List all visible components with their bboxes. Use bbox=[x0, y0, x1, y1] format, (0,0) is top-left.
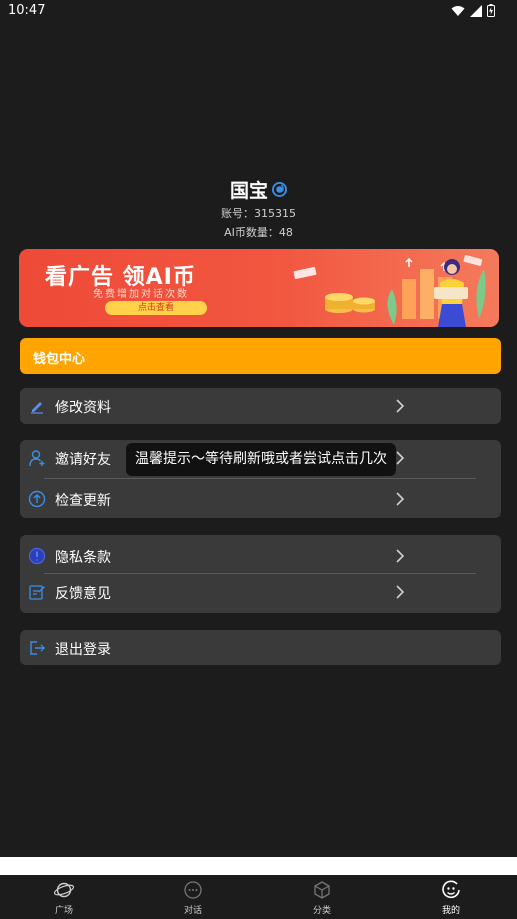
bottom-tab-bar: 广场 对话 分类 我的 bbox=[0, 875, 517, 919]
logout-card: 退出登录 bbox=[20, 630, 501, 665]
check-update-label: 检查更新 bbox=[55, 493, 111, 509]
privacy-row[interactable]: 隐私条款 bbox=[20, 538, 501, 574]
chevron-right-icon bbox=[396, 549, 405, 563]
wallet-title: 钱包中心 bbox=[33, 352, 86, 367]
feedback-label: 反馈意见 bbox=[55, 586, 111, 602]
watch-ad-banner[interactable]: 看广告 领AI币 免费增加对话次数 点击查看 bbox=[19, 249, 499, 327]
chevron-right-icon bbox=[396, 399, 405, 413]
banner-illustration bbox=[293, 254, 486, 327]
edit-profile-label: 修改资料 bbox=[55, 400, 111, 416]
profile-screen: 10:47 国宝 账号：315315 AI币数量：48 看广告 领AI币 免费增… bbox=[0, 0, 517, 919]
status-icons bbox=[451, 4, 495, 17]
tab-label: 我的 bbox=[441, 906, 460, 916]
toast-message: 温馨提示～等待刷新哦或者尝试点击几次 bbox=[126, 443, 396, 476]
chevron-right-icon bbox=[396, 492, 405, 506]
ai-coin-count: AI币数量：48 bbox=[0, 224, 517, 240]
wallet-center-button[interactable]: 钱包中心 bbox=[20, 338, 501, 374]
planet-icon bbox=[54, 882, 74, 898]
coins-label: AI币数量： bbox=[224, 226, 279, 239]
legal-card: 隐私条款 反馈意见 bbox=[20, 535, 501, 613]
tab-chat[interactable]: 对话 bbox=[153, 875, 233, 919]
profile-settings-card: 修改资料 bbox=[20, 388, 501, 424]
wifi-icon bbox=[451, 5, 465, 16]
battery-icon bbox=[487, 4, 495, 17]
chat-bubble-icon bbox=[184, 881, 202, 899]
signal-icon bbox=[470, 4, 482, 17]
row-divider bbox=[44, 478, 476, 479]
feedback-row[interactable]: 反馈意见 bbox=[20, 574, 501, 610]
verified-badge-icon bbox=[272, 182, 287, 197]
logout-icon bbox=[30, 641, 45, 655]
coins-value: 48 bbox=[278, 226, 293, 239]
profile-name-row: 国宝 bbox=[0, 176, 517, 203]
tab-category[interactable]: 分类 bbox=[282, 875, 362, 919]
cube-icon bbox=[314, 881, 330, 899]
check-update-row[interactable]: 检查更新 bbox=[20, 481, 501, 517]
privacy-label: 隐私条款 bbox=[55, 550, 111, 566]
tab-plaza[interactable]: 广场 bbox=[24, 875, 104, 919]
profile-name: 国宝 bbox=[229, 180, 268, 202]
invite-friends-label: 邀请好友 bbox=[55, 452, 111, 468]
logout-row[interactable]: 退出登录 bbox=[20, 630, 501, 666]
tab-label: 对话 bbox=[183, 906, 202, 916]
pencil-icon bbox=[31, 402, 43, 414]
tab-label: 广场 bbox=[54, 906, 73, 916]
bottom-blank-strip bbox=[0, 857, 517, 875]
smiley-face-icon bbox=[442, 880, 460, 899]
account-value: 315315 bbox=[254, 207, 296, 220]
banner-subtitle: 免费增加对话次数 bbox=[93, 289, 189, 300]
chevron-right-icon bbox=[396, 585, 405, 599]
privacy-shield-icon bbox=[28, 547, 46, 565]
feedback-edit-icon bbox=[29, 585, 45, 600]
account-number: 账号：315315 bbox=[0, 205, 517, 221]
add-user-icon bbox=[29, 450, 45, 467]
status-bar: 10:47 bbox=[0, 0, 517, 22]
status-time: 10:47 bbox=[8, 3, 46, 18]
logout-label: 退出登录 bbox=[55, 642, 111, 658]
edit-profile-row[interactable]: 修改资料 bbox=[20, 388, 501, 424]
tab-mine[interactable]: 我的 bbox=[411, 875, 491, 919]
upload-arrow-icon bbox=[28, 490, 46, 508]
banner-view-button[interactable]: 点击查看 bbox=[105, 301, 207, 315]
tab-label: 分类 bbox=[312, 906, 331, 916]
account-label: 账号： bbox=[221, 207, 254, 220]
